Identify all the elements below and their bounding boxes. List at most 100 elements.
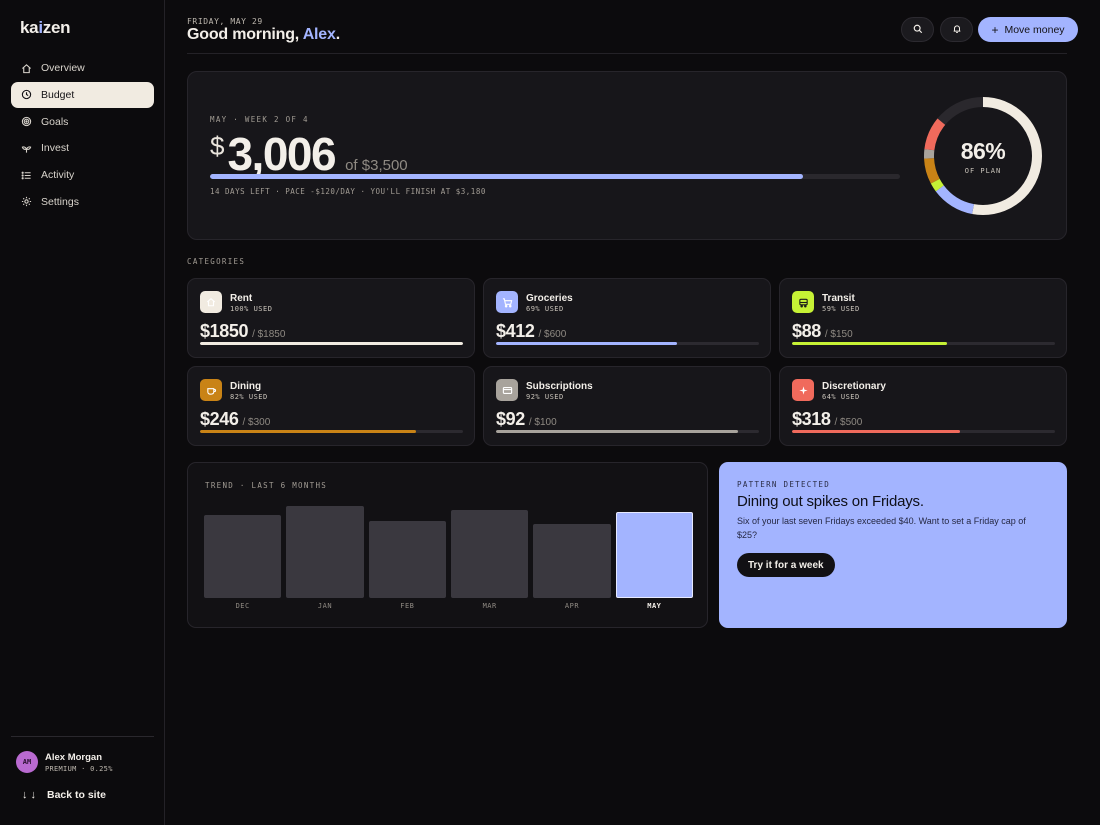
category-progress-bar bbox=[792, 342, 1055, 345]
category-limit: / $100 bbox=[528, 417, 557, 428]
category-amount: $88 / $150 bbox=[792, 321, 853, 342]
move-money-button[interactable]: + Move money bbox=[978, 17, 1078, 42]
category-progress-fill bbox=[496, 430, 738, 433]
trend-bar-feb bbox=[368, 521, 446, 598]
category-card-discretionary[interactable]: Discretionary 64% USED $318 / $500 bbox=[779, 366, 1067, 446]
category-name: Groceries bbox=[526, 293, 573, 304]
sidebar-item-settings[interactable]: Settings bbox=[11, 189, 154, 215]
notifications-button[interactable] bbox=[940, 17, 973, 42]
category-progress-bar bbox=[200, 430, 463, 433]
category-spent: $88 bbox=[792, 321, 821, 341]
target-icon bbox=[20, 116, 32, 128]
budget-summary-card: MAY · WEEK 2 OF 4 $ 3,006 of $3,500 14 D… bbox=[187, 71, 1067, 240]
category-progress-fill bbox=[200, 342, 463, 345]
trend-bar-jan bbox=[286, 505, 364, 598]
search-button[interactable] bbox=[901, 17, 934, 42]
sidebar-item-activity[interactable]: Activity bbox=[11, 162, 154, 188]
home-icon bbox=[20, 62, 32, 74]
category-limit: / $1850 bbox=[252, 329, 286, 340]
category-spent: $412 bbox=[496, 321, 535, 341]
category-progress-bar bbox=[496, 342, 759, 345]
category-name: Transit bbox=[822, 293, 855, 304]
insight-title: Dining out spikes on Fridays. bbox=[737, 493, 924, 510]
currency-symbol: $ bbox=[210, 131, 225, 161]
category-name: Discretionary bbox=[822, 381, 886, 392]
trend-axis-label: APR bbox=[564, 602, 580, 610]
sidebar-item-label: Activity bbox=[41, 169, 75, 182]
category-progress-fill bbox=[792, 342, 948, 345]
trend-axis-label: DEC bbox=[235, 602, 250, 610]
sidebar-item-overview[interactable]: Overview bbox=[11, 55, 154, 81]
user-profile[interactable]: AM Alex Morgan PREMIUM · 0.25% bbox=[16, 751, 113, 773]
budget-progress-fill bbox=[210, 174, 804, 179]
current-date: FRIDAY, MAY 29 bbox=[187, 17, 263, 26]
try-it-button[interactable]: Try it for a week bbox=[737, 553, 835, 577]
category-amount: $92 / $100 bbox=[496, 409, 557, 430]
card-icon bbox=[496, 379, 518, 401]
category-progress-bar bbox=[792, 430, 1055, 433]
trend-bar-apr bbox=[533, 523, 611, 598]
trend-title: TREND · LAST 6 MONTHS bbox=[205, 481, 328, 490]
category-name: Rent bbox=[230, 293, 253, 304]
trend-bar-mar bbox=[451, 509, 529, 598]
category-card-dining[interactable]: Dining 82% USED $246 / $300 bbox=[187, 366, 475, 446]
category-card-subscriptions[interactable]: Subscriptions 92% USED $92 / $100 bbox=[483, 366, 771, 446]
arrow-down-icon: ↓↓ bbox=[22, 789, 39, 801]
trend-card: TREND · LAST 6 MONTHS DEC JAN FEB MAR APR MAY bbox=[187, 462, 708, 628]
bus-icon bbox=[792, 291, 814, 313]
sidebar-divider bbox=[11, 736, 154, 737]
clock-icon bbox=[20, 89, 32, 101]
budget-total: of $3,500 bbox=[345, 157, 408, 174]
category-progress-bar bbox=[200, 342, 463, 345]
category-name: Subscriptions bbox=[526, 381, 593, 392]
category-name: Dining bbox=[230, 381, 262, 392]
plus-icon: + bbox=[991, 22, 999, 37]
category-amount: $246 / $300 bbox=[200, 409, 270, 430]
home-icon bbox=[200, 291, 222, 313]
list-icon bbox=[20, 169, 32, 181]
greeting-suffix: . bbox=[335, 26, 340, 43]
category-limit: / $600 bbox=[538, 329, 567, 340]
category-spent: $318 bbox=[792, 409, 831, 429]
category-used: 69% USED bbox=[526, 305, 564, 313]
donut-center: 86% OF PLAN bbox=[919, 92, 1047, 220]
back-to-site-link[interactable]: ↓↓ Back to site bbox=[22, 789, 106, 801]
trend-bar-may bbox=[615, 511, 693, 598]
budget-spent-amount: $ 3,006 of $3,500 bbox=[210, 127, 408, 181]
category-spent: $1850 bbox=[200, 321, 249, 341]
category-card-groceries[interactable]: Groceries 69% USED $412 / $600 bbox=[483, 278, 771, 358]
sidebar-item-invest[interactable]: Invest bbox=[11, 135, 154, 161]
category-spent: $246 bbox=[200, 409, 239, 429]
category-amount: $1850 / $1850 bbox=[200, 321, 285, 342]
category-limit: / $300 bbox=[242, 417, 271, 428]
back-to-site-label: Back to site bbox=[47, 789, 106, 801]
category-progress-bar bbox=[496, 430, 759, 433]
profile-name: Alex Morgan bbox=[45, 751, 103, 763]
insight-body: Six of your last seven Fridays exceeded … bbox=[737, 516, 1026, 540]
category-progress-fill bbox=[792, 430, 961, 433]
insight-label: PATTERN DETECTED bbox=[737, 480, 831, 489]
trend-bar-dec bbox=[204, 515, 282, 598]
gear-icon bbox=[20, 196, 32, 208]
category-limit: / $500 bbox=[834, 417, 863, 428]
budget-pace-summary: 14 DAYS LEFT · PACE -$120/DAY · YOU'LL F… bbox=[210, 187, 486, 196]
category-card-transit[interactable]: Transit 59% USED $88 / $150 bbox=[779, 278, 1067, 358]
greeting-prefix: Good morning, bbox=[187, 26, 303, 43]
sidebar-item-label: Budget bbox=[41, 88, 75, 101]
sidebar-item-label: Settings bbox=[41, 195, 79, 208]
trend-axis-label: FEB bbox=[400, 602, 415, 610]
category-card-rent[interactable]: Rent 100% USED $1850 / $1850 bbox=[187, 278, 475, 358]
sidebar-nav: Overview Budget Goals Invest Activity Se… bbox=[11, 55, 154, 216]
header-divider bbox=[187, 53, 1067, 54]
sidebar-item-goals[interactable]: Goals bbox=[11, 109, 154, 135]
sidebar-item-budget[interactable]: Budget bbox=[11, 81, 154, 108]
trend-axis-label: MAY bbox=[647, 602, 662, 610]
categories-heading: CATEGORIES bbox=[187, 257, 246, 266]
page-greeting: Good morning, Alex. bbox=[187, 26, 340, 44]
kaizen-logo[interactable]: kaizen bbox=[20, 18, 71, 38]
move-money-label: Move money bbox=[1004, 23, 1065, 36]
category-progress-fill bbox=[496, 342, 678, 345]
trend-bar-chart bbox=[204, 503, 693, 598]
logo-text-left: ka bbox=[20, 18, 39, 37]
insight-card: PATTERN DETECTED Dining out spikes on Fr… bbox=[719, 462, 1067, 628]
